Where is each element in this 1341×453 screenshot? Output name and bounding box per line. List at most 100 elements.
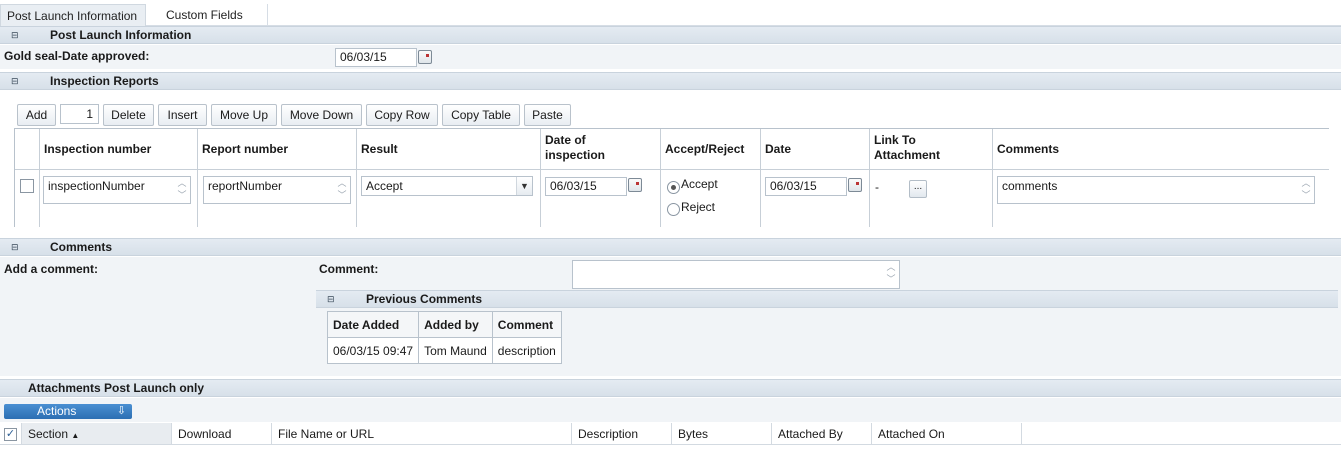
column-header-label: inspection <box>545 148 606 162</box>
link-to-attachment-cell: - ... <box>870 170 993 227</box>
download-arrow-icon: ⇩ <box>116 405 126 417</box>
column-header-section[interactable]: Section ▲ <box>22 423 172 445</box>
column-header-link-to-attachment[interactable]: Link To Attachment <box>870 129 993 170</box>
column-header-label: Inspection number <box>44 142 152 156</box>
inspection-number-cell: inspectionNumber ︿ ﹀ <box>40 170 198 227</box>
copy-table-button[interactable]: Copy Table <box>442 104 520 126</box>
column-header-attached-on[interactable]: Attached On <box>872 423 1022 445</box>
calendar-icon[interactable] <box>848 178 862 192</box>
column-header-report-number[interactable]: Report number <box>198 129 357 170</box>
column-header-comments[interactable]: Comments <box>993 129 1329 170</box>
inspection-section-header[interactable]: ⊟ Inspection Reports <box>0 72 1341 90</box>
comments-cell: comments ︿ ﹀ <box>993 170 1329 227</box>
delete-row-button[interactable]: Delete <box>103 104 154 126</box>
column-header-label: Date <box>765 142 792 156</box>
reject-radio-label: Reject <box>681 200 716 214</box>
add-count-input[interactable]: 1 <box>60 104 99 124</box>
spinner-icon[interactable]: ︿ ﹀ <box>1300 177 1312 203</box>
comments-input[interactable]: comments ︿ ﹀ <box>997 176 1315 204</box>
inspection-number-input[interactable]: inspectionNumber ︿ ﹀ <box>43 176 191 204</box>
report-number-input[interactable]: reportNumber ︿ ﹀ <box>203 176 351 204</box>
copy-row-button[interactable]: Copy Row <box>366 104 438 126</box>
date-added-cell: 06/03/15 09:47 <box>326 337 420 364</box>
comment-label: Comment: <box>319 262 379 276</box>
gold-seal-date-input[interactable]: 06/03/15 <box>335 48 417 67</box>
tab-bar: Post Launch Information Custom Fields <box>0 4 1341 26</box>
calendar-icon[interactable] <box>628 178 642 192</box>
spinner-icon[interactable]: ︿ ﹀ <box>176 177 188 203</box>
actions-label: Actions <box>37 404 77 418</box>
column-header-date-of-inspection[interactable]: Date of inspection <box>541 129 661 170</box>
report-number-value: reportNumber <box>208 179 283 193</box>
add-comment-label: Add a comment: <box>4 262 99 276</box>
section-title: Previous Comments <box>366 292 483 306</box>
date-of-inspection-input[interactable]: 06/03/15 <box>545 177 627 196</box>
tab-post-launch-information[interactable]: Post Launch Information <box>0 4 146 26</box>
gold-seal-label: Gold seal-Date approved: <box>4 49 150 63</box>
comments-value: comments <box>1002 179 1058 193</box>
reject-radio[interactable] <box>667 203 680 216</box>
add-row-button[interactable]: Add <box>17 104 56 126</box>
post-launch-section-header[interactable]: ⊟ Post Launch Information <box>0 26 1341 44</box>
select-all-cell: ✓ <box>0 423 22 445</box>
column-header-label: Accept/Reject <box>665 142 745 156</box>
collapse-icon[interactable]: ⊟ <box>11 27 19 43</box>
date-cell: 06/03/15 <box>761 170 870 227</box>
sort-ascending-icon: ▲ <box>71 431 80 440</box>
column-header-attached-by[interactable]: Attached By <box>772 423 872 445</box>
column-header-label: Attachment <box>874 148 941 162</box>
column-header-label: Link To <box>874 133 916 147</box>
accept-reject-cell: Accept Reject <box>661 170 761 227</box>
tab-custom-fields[interactable]: Custom Fields <box>160 4 268 26</box>
gold-seal-row <box>0 45 1341 69</box>
collapse-icon[interactable]: ⊟ <box>327 291 335 307</box>
column-header-download[interactable]: Download <box>172 423 272 445</box>
column-header-file-name[interactable]: File Name or URL <box>272 423 572 445</box>
column-header-date-added[interactable]: Date Added <box>326 311 420 338</box>
actions-button[interactable]: Actions ⇩ <box>4 404 132 419</box>
insert-row-button[interactable]: Insert <box>158 104 207 126</box>
paste-button[interactable]: Paste <box>524 104 571 126</box>
column-header-description[interactable]: Description <box>572 423 672 445</box>
spinner-icon[interactable]: ︿ ﹀ <box>336 177 348 203</box>
date-input[interactable]: 06/03/15 <box>765 177 847 196</box>
comment-cell: description <box>491 337 562 364</box>
chevron-down-icon[interactable]: ▼ <box>516 177 532 195</box>
result-cell: Accept ▼ <box>357 170 541 227</box>
section-title: Comments <box>50 240 113 254</box>
column-header-bytes[interactable]: Bytes <box>672 423 772 445</box>
comment-input[interactable]: ︿ ﹀ <box>572 260 900 289</box>
calendar-icon[interactable] <box>418 50 432 64</box>
collapse-icon[interactable]: ⊟ <box>11 73 19 89</box>
report-number-cell: reportNumber ︿ ﹀ <box>198 170 357 227</box>
column-header-date[interactable]: Date <box>761 129 870 170</box>
collapse-icon[interactable]: ⊟ <box>11 239 19 255</box>
column-header-accept-reject[interactable]: Accept/Reject <box>661 129 761 170</box>
accept-radio[interactable] <box>667 181 680 194</box>
column-header-added-by[interactable]: Added by <box>418 311 493 338</box>
move-down-button[interactable]: Move Down <box>281 104 362 126</box>
attachments-section-header[interactable]: Attachments Post Launch only <box>0 379 1341 397</box>
inspection-grid: Inspection number Report number Result D… <box>14 128 1329 227</box>
table-header-row: Date Added Added by Comment <box>326 311 562 338</box>
table-row: 06/03/15 09:47 Tom Maund description <box>326 337 562 364</box>
column-header-inspection-number[interactable]: Inspection number <box>40 129 198 170</box>
result-select[interactable]: Accept ▼ <box>361 176 533 196</box>
previous-comments-header[interactable]: ⊟ Previous Comments <box>316 290 1338 308</box>
ellipsis-icon[interactable]: ... <box>909 180 927 198</box>
date-of-inspection-cell: 06/03/15 <box>541 170 661 227</box>
row-checkbox[interactable] <box>20 179 34 193</box>
added-by-cell: Tom Maund <box>418 337 493 364</box>
inspection-number-value: inspectionNumber <box>48 179 145 193</box>
column-header-comment[interactable]: Comment <box>491 311 562 338</box>
section-title: Attachments Post Launch only <box>28 381 205 395</box>
move-up-button[interactable]: Move Up <box>211 104 277 126</box>
result-value: Accept <box>366 179 403 193</box>
section-title: Inspection Reports <box>50 74 159 88</box>
comments-section-header[interactable]: ⊟ Comments <box>0 238 1341 256</box>
column-header-result[interactable]: Result <box>357 129 541 170</box>
table-row-select-cell <box>15 170 40 227</box>
column-header-label: Date of <box>545 133 586 147</box>
spinner-icon[interactable]: ︿ ﹀ <box>885 261 897 288</box>
select-all-checkbox[interactable]: ✓ <box>4 428 17 441</box>
